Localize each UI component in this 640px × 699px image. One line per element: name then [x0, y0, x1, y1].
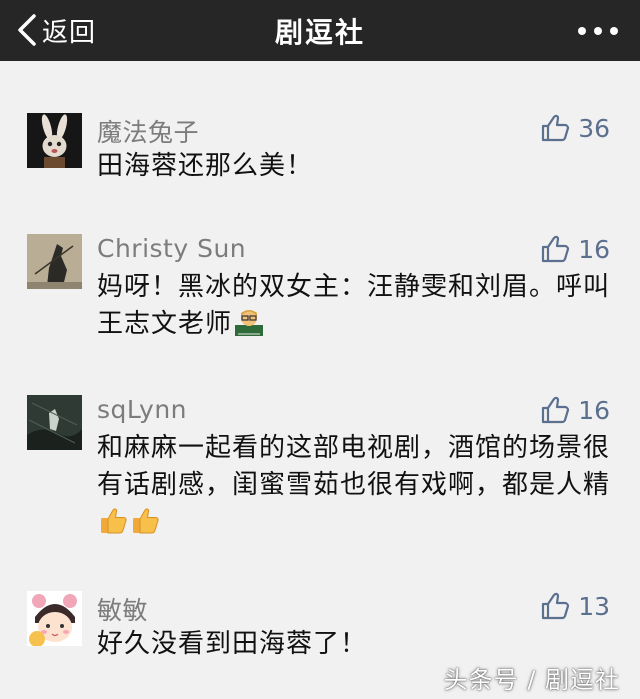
like-button[interactable]: 36	[540, 111, 610, 145]
comment-text-content: 好久没看到田海蓉了！	[97, 629, 368, 659]
like-count: 36	[578, 113, 610, 143]
comment-nickname[interactable]: sqLynn	[97, 395, 187, 424]
more-dot-icon	[594, 27, 602, 35]
comment-text-content: 妈呀！黑冰的双女主：汪静雯和刘眉。呼叫王志文老师	[97, 272, 611, 339]
thumbs-up-icon	[542, 114, 570, 142]
thumbs-up-icon	[542, 235, 570, 263]
cartoon-girl-avatar-icon	[27, 591, 82, 646]
like-count: 16	[578, 395, 610, 425]
like-button[interactable]: 13	[540, 589, 610, 623]
user-avatar[interactable]	[27, 395, 82, 450]
user-avatar[interactable]	[27, 591, 82, 646]
teacher-emoji-icon	[235, 310, 264, 336]
comment-text-content: 田海蓉还那么美！	[97, 151, 314, 181]
watermark: 头条号 / 剧逗社	[443, 666, 620, 694]
navigation-bar: 返回 剧逗社	[0, 0, 640, 61]
comment-nickname[interactable]: 魔法兔子	[97, 113, 199, 149]
thumbs-up-icon	[542, 396, 570, 424]
thumbs-up-emoji-icon	[133, 508, 159, 534]
comment-nickname[interactable]: Christy Sun	[97, 234, 246, 263]
like-button[interactable]: 16	[540, 232, 610, 266]
user-avatar[interactable]	[27, 234, 82, 289]
comment-text: 和麻麻一起看的这部电视剧，酒馆的场景很有话剧感，闺蜜雪茹也很有戏啊，都是人精	[97, 430, 617, 541]
like-button[interactable]: 16	[540, 393, 610, 427]
night-avatar-icon	[27, 395, 82, 450]
more-dot-icon	[610, 27, 618, 35]
more-options-button[interactable]	[578, 18, 618, 44]
comment-text: 好久没看到田海蓉了！	[97, 626, 617, 663]
like-count: 13	[578, 591, 610, 621]
user-avatar[interactable]	[27, 113, 82, 168]
comment-text: 田海蓉还那么美！	[97, 148, 617, 185]
more-dot-icon	[578, 27, 586, 35]
page-title: 剧逗社	[274, 15, 365, 49]
thumbs-up-emoji-icon	[101, 508, 127, 534]
comment-text-content: 和麻麻一起看的这部电视剧，酒馆的场景很有话剧感，闺蜜雪茹也很有戏啊，都是人精	[97, 433, 611, 500]
like-count: 16	[578, 234, 610, 264]
comment-text: 妈呀！黑冰的双女主：汪静雯和刘眉。呼叫王志文老师	[97, 269, 617, 343]
thumbs-up-icon	[542, 592, 570, 620]
figure-avatar-icon	[27, 234, 82, 289]
comment-nickname[interactable]: 敏敏	[97, 591, 148, 627]
rabbit-avatar-icon	[27, 113, 82, 168]
